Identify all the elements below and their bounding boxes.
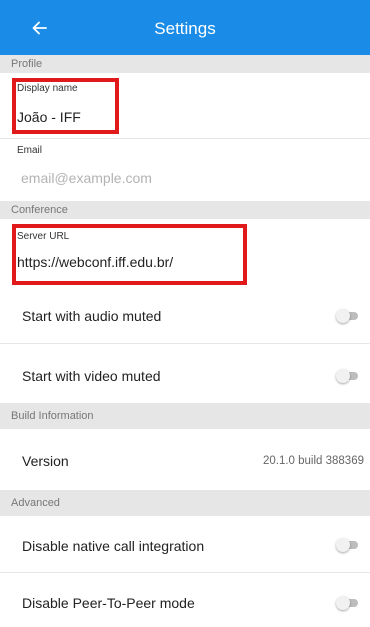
section-header-build-information: Build Information [0, 403, 370, 429]
section-header-conference: Conference [0, 201, 370, 219]
email-field[interactable]: email@example.com [21, 170, 152, 186]
section-header-advanced: Advanced [0, 490, 370, 516]
disable-p2p-toggle[interactable] [336, 596, 358, 610]
start-video-muted-label: Start with video muted [22, 368, 161, 384]
version-row: Version 20.1.0 build 388369 [0, 429, 370, 490]
disable-p2p-label: Disable Peer-To-Peer mode [22, 595, 195, 611]
toggle-thumb [336, 309, 350, 323]
app-header: Settings [0, 0, 370, 55]
display-name-field[interactable]: João - IFF [17, 109, 81, 125]
toggle-thumb [336, 538, 350, 552]
disable-native-call-label: Disable native call integration [22, 538, 205, 554]
version-value: 20.1.0 build 388369 [262, 455, 364, 467]
disable-native-call-toggle[interactable] [336, 538, 358, 552]
email-label: Email [17, 145, 43, 156]
toggle-thumb [336, 369, 350, 383]
server-url-field[interactable]: https://webconf.iff.edu.br/ [17, 254, 173, 270]
start-audio-muted-label: Start with audio muted [22, 308, 162, 324]
display-name-label: Display name [17, 83, 78, 94]
start-audio-muted-toggle[interactable] [336, 309, 358, 323]
toggle-thumb [336, 596, 350, 610]
disable-native-call-row[interactable]: Disable native call integration [0, 516, 370, 572]
start-audio-muted-row[interactable]: Start with audio muted [0, 290, 370, 343]
version-label: Version [22, 453, 69, 469]
start-video-muted-toggle[interactable] [336, 369, 358, 383]
disable-p2p-row[interactable]: Disable Peer-To-Peer mode [0, 573, 370, 627]
section-header-profile: Profile [0, 55, 370, 73]
divider [0, 138, 370, 139]
start-video-muted-row[interactable]: Start with video muted [0, 344, 370, 402]
server-url-label: Server URL [17, 231, 70, 242]
page-title: Settings [154, 19, 216, 38]
